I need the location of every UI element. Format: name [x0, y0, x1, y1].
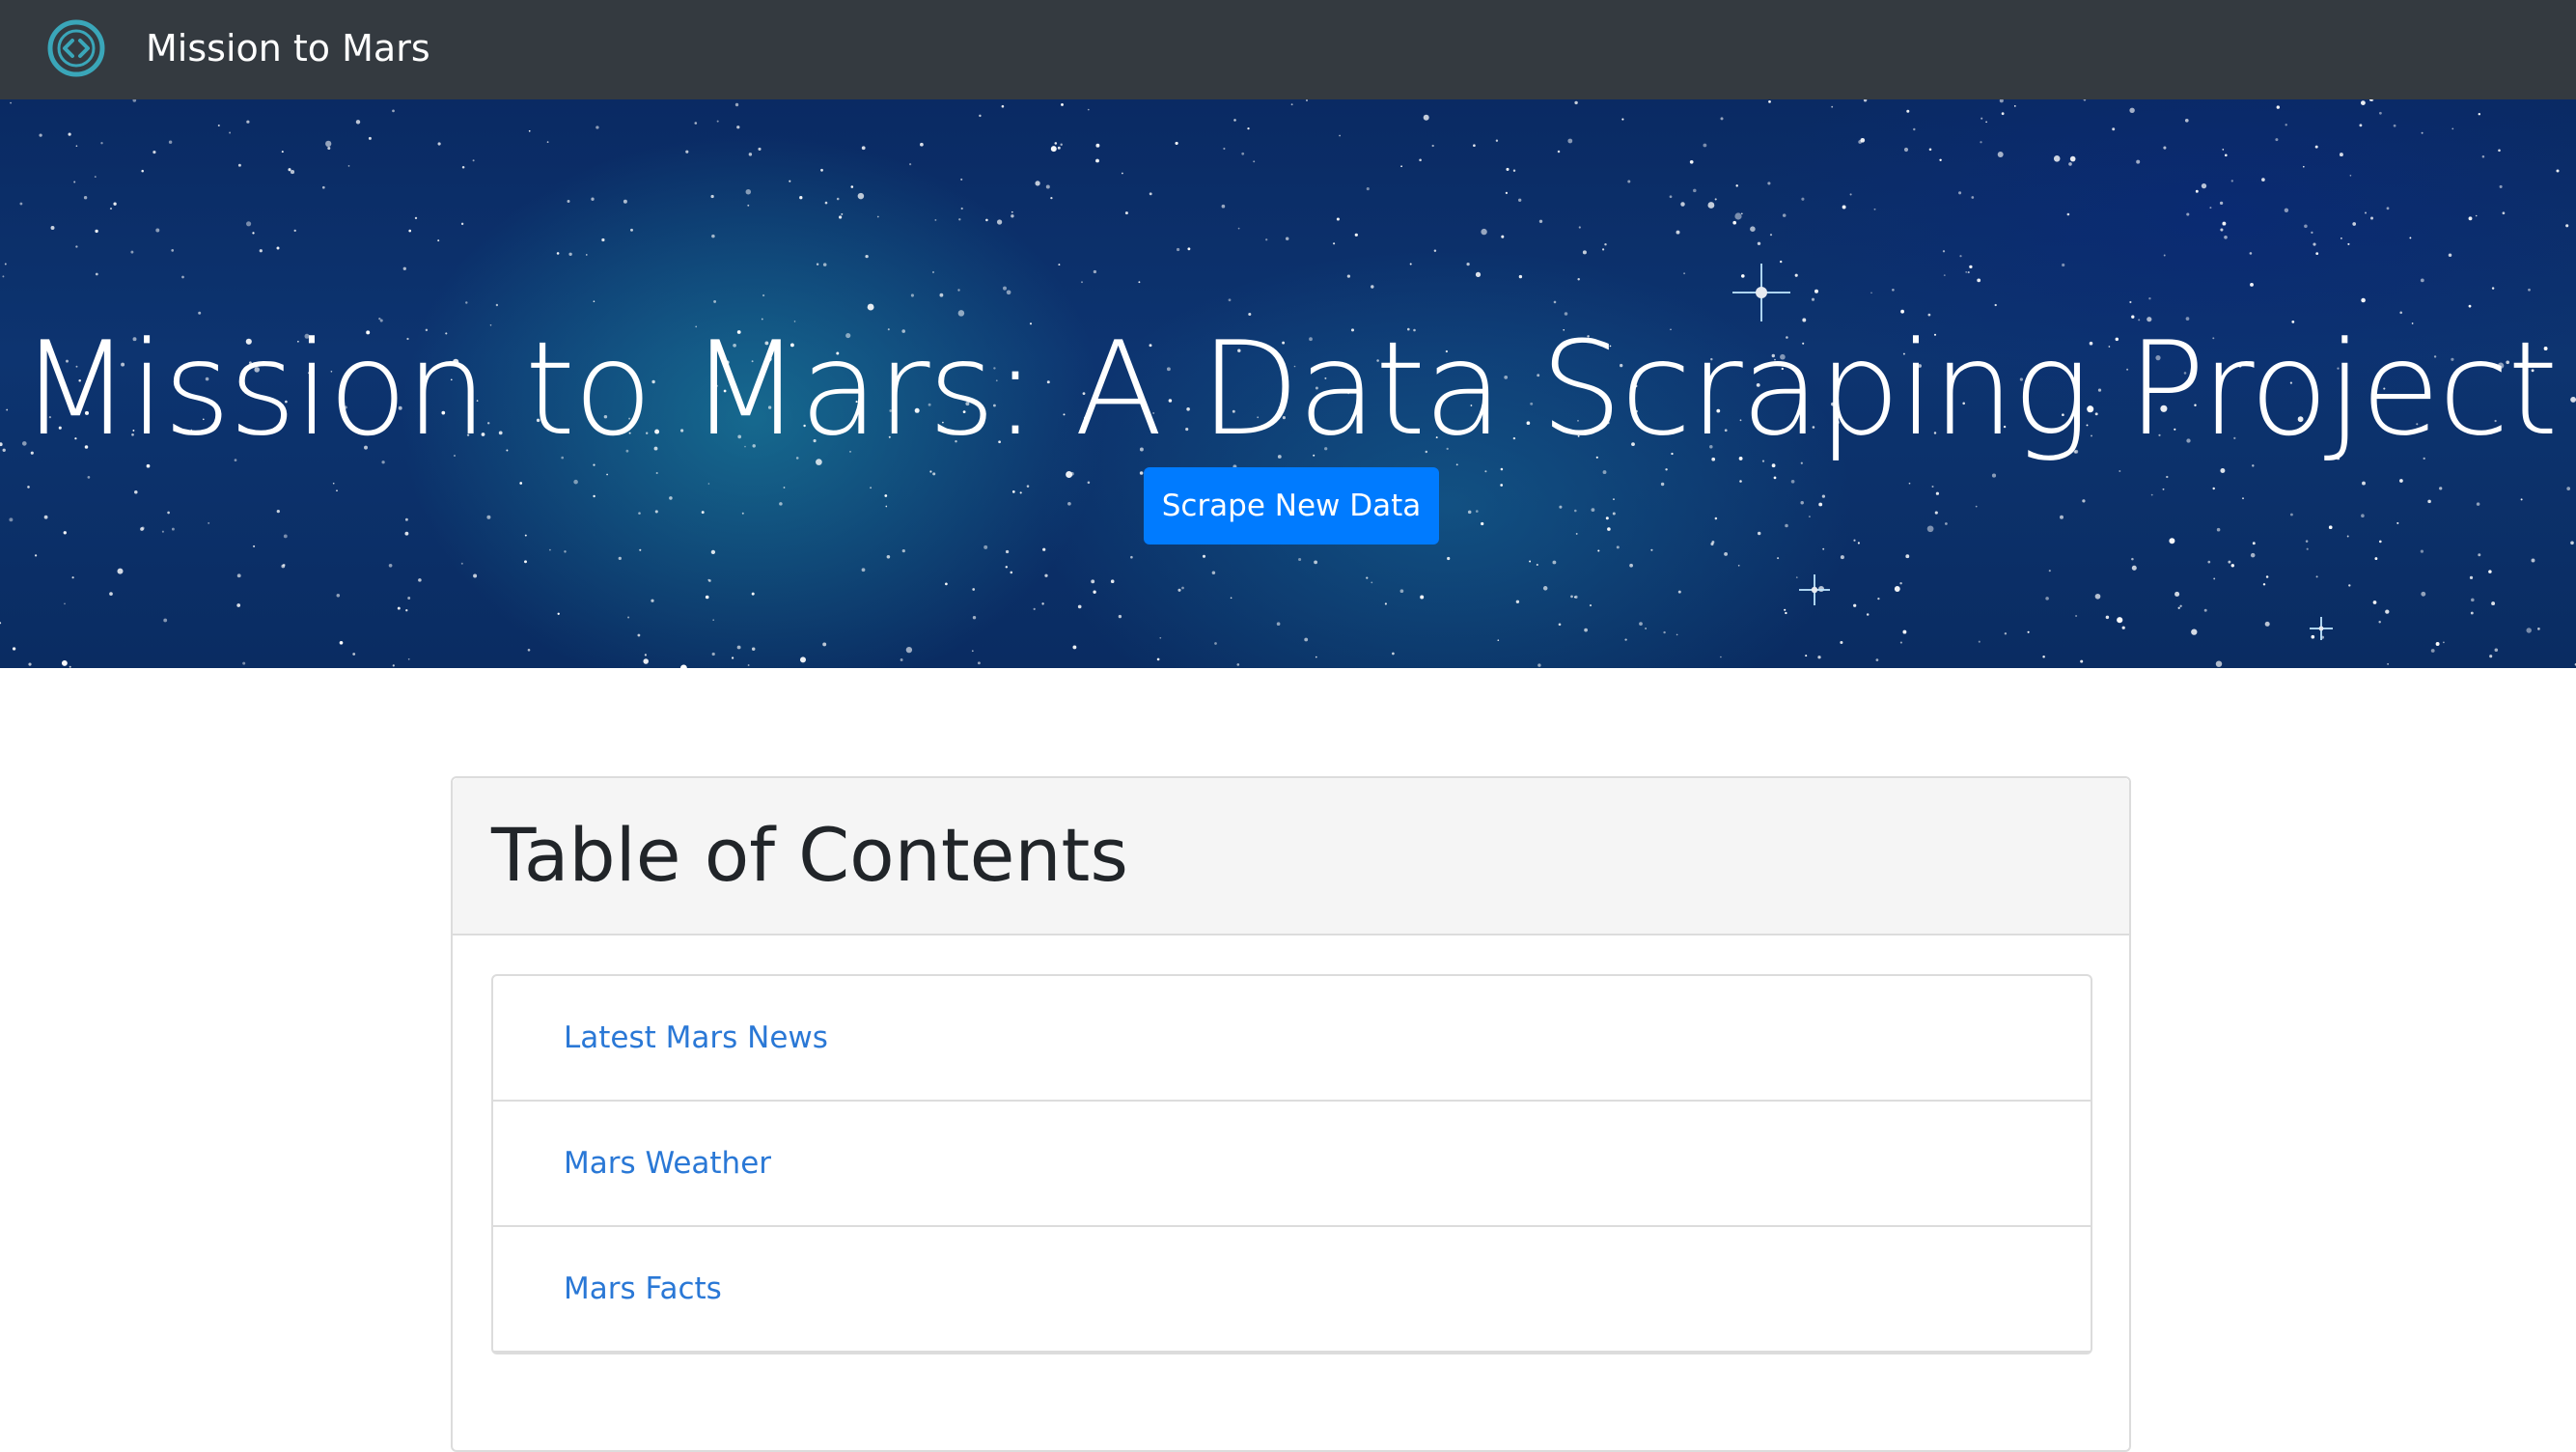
card-title: Table of Contents: [491, 812, 1128, 898]
hero-banner: Mission to Mars: A Data Scraping Project…: [0, 99, 2576, 668]
scrape-new-data-button[interactable]: Scrape New Data: [1144, 467, 1439, 544]
list-item: Latest Mars News: [493, 976, 2091, 1102]
code-circle-icon[interactable]: [44, 16, 108, 80]
hero-title: Mission to Mars: A Data Scraping Project: [19, 313, 2558, 464]
navbar: Mission to Mars: [0, 0, 2576, 99]
toc-link-mars-facts[interactable]: Mars Facts: [564, 1227, 722, 1351]
toc-list: Latest Mars News Mars Weather Mars Facts: [491, 974, 2092, 1354]
list-item: Mars Weather: [493, 1102, 2091, 1227]
navbar-brand[interactable]: Mission to Mars: [146, 0, 430, 97]
table-of-contents-card: Table of Contents Latest Mars News Mars …: [451, 776, 2131, 1452]
list-item: Mars Facts: [493, 1227, 2091, 1353]
toc-link-mars-weather[interactable]: Mars Weather: [564, 1102, 771, 1225]
card-header: Table of Contents: [453, 778, 2129, 935]
toc-link-latest-mars-news[interactable]: Latest Mars News: [564, 976, 828, 1100]
